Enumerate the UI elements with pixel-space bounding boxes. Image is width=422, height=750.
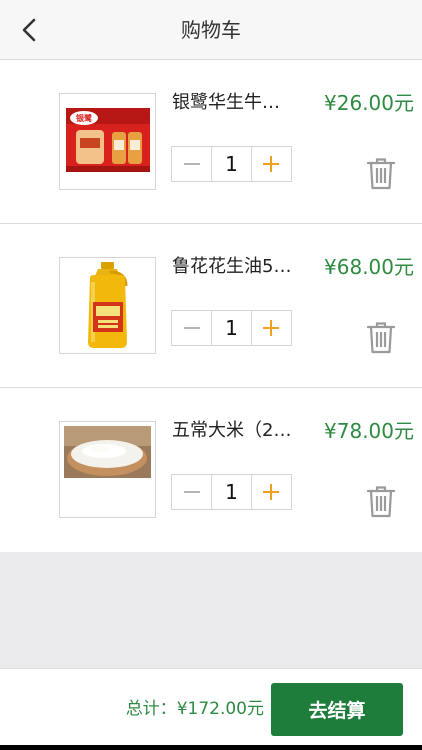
peanut-oil-bottle-image [60, 258, 155, 353]
item-name[interactable]: 五常大米（2… [172, 418, 307, 444]
minus-icon [183, 327, 200, 329]
item-name[interactable]: 鲁花花生油5… [172, 254, 307, 280]
product-image[interactable]: 银鹭 [59, 93, 156, 190]
minus-icon [183, 491, 200, 493]
increase-button[interactable] [252, 475, 291, 509]
bottom-edge [0, 745, 422, 750]
total-label: 总计： [125, 699, 177, 719]
page-title: 购物车 [181, 18, 241, 42]
rice-bowl-image [60, 422, 155, 517]
checkout-bar: 总计：¥172.00元 去结算 [0, 668, 422, 750]
product-image[interactable] [59, 257, 156, 354]
back-button[interactable] [14, 14, 44, 46]
quantity-value[interactable]: 1 [211, 311, 252, 345]
item-price: ¥78.00元 [324, 419, 414, 443]
plus-icon [263, 320, 280, 336]
quantity-stepper: 1 [171, 146, 292, 182]
delete-button[interactable] [365, 484, 397, 520]
trash-icon [366, 322, 396, 354]
trash-icon [366, 158, 396, 190]
plus-icon [263, 484, 280, 500]
quantity-stepper: 1 [171, 474, 292, 510]
order-total: 总计：¥172.00元 [126, 697, 264, 721]
quantity-value[interactable]: 1 [211, 475, 252, 509]
item-name[interactable]: 银鹭华生牛… [172, 90, 307, 116]
quantity-value[interactable]: 1 [211, 147, 252, 181]
delete-button[interactable] [365, 156, 397, 192]
svg-text:银鹭: 银鹭 [75, 113, 93, 123]
nav-bar: 购物车 [0, 0, 422, 60]
decrease-button[interactable] [172, 311, 211, 345]
delete-button[interactable] [365, 320, 397, 356]
increase-button[interactable] [252, 311, 291, 345]
peanut-milk-gift-box-image: 银鹭 [60, 94, 155, 189]
item-price: ¥68.00元 [324, 255, 414, 279]
item-price: ¥26.00元 [324, 91, 414, 115]
total-value: ¥172.00元 [176, 699, 264, 719]
product-image[interactable] [59, 421, 156, 518]
trash-icon [366, 486, 396, 518]
decrease-button[interactable] [172, 475, 211, 509]
minus-icon [183, 163, 200, 165]
cart-item: 鲁花花生油5… ¥68.00元 1 [0, 224, 422, 388]
quantity-stepper: 1 [171, 310, 292, 346]
cart-item: 五常大米（2… ¥78.00元 1 [0, 388, 422, 552]
chevron-left-icon [22, 18, 36, 42]
cart-list: 银鹭 银鹭华生牛… ¥26.00元 1 鲁花花生油5… ¥68.00元 1 五常… [0, 60, 422, 552]
decrease-button[interactable] [172, 147, 211, 181]
checkout-button[interactable]: 去结算 [271, 683, 403, 736]
plus-icon [263, 156, 280, 172]
increase-button[interactable] [252, 147, 291, 181]
cart-item: 银鹭 银鹭华生牛… ¥26.00元 1 [0, 60, 422, 224]
